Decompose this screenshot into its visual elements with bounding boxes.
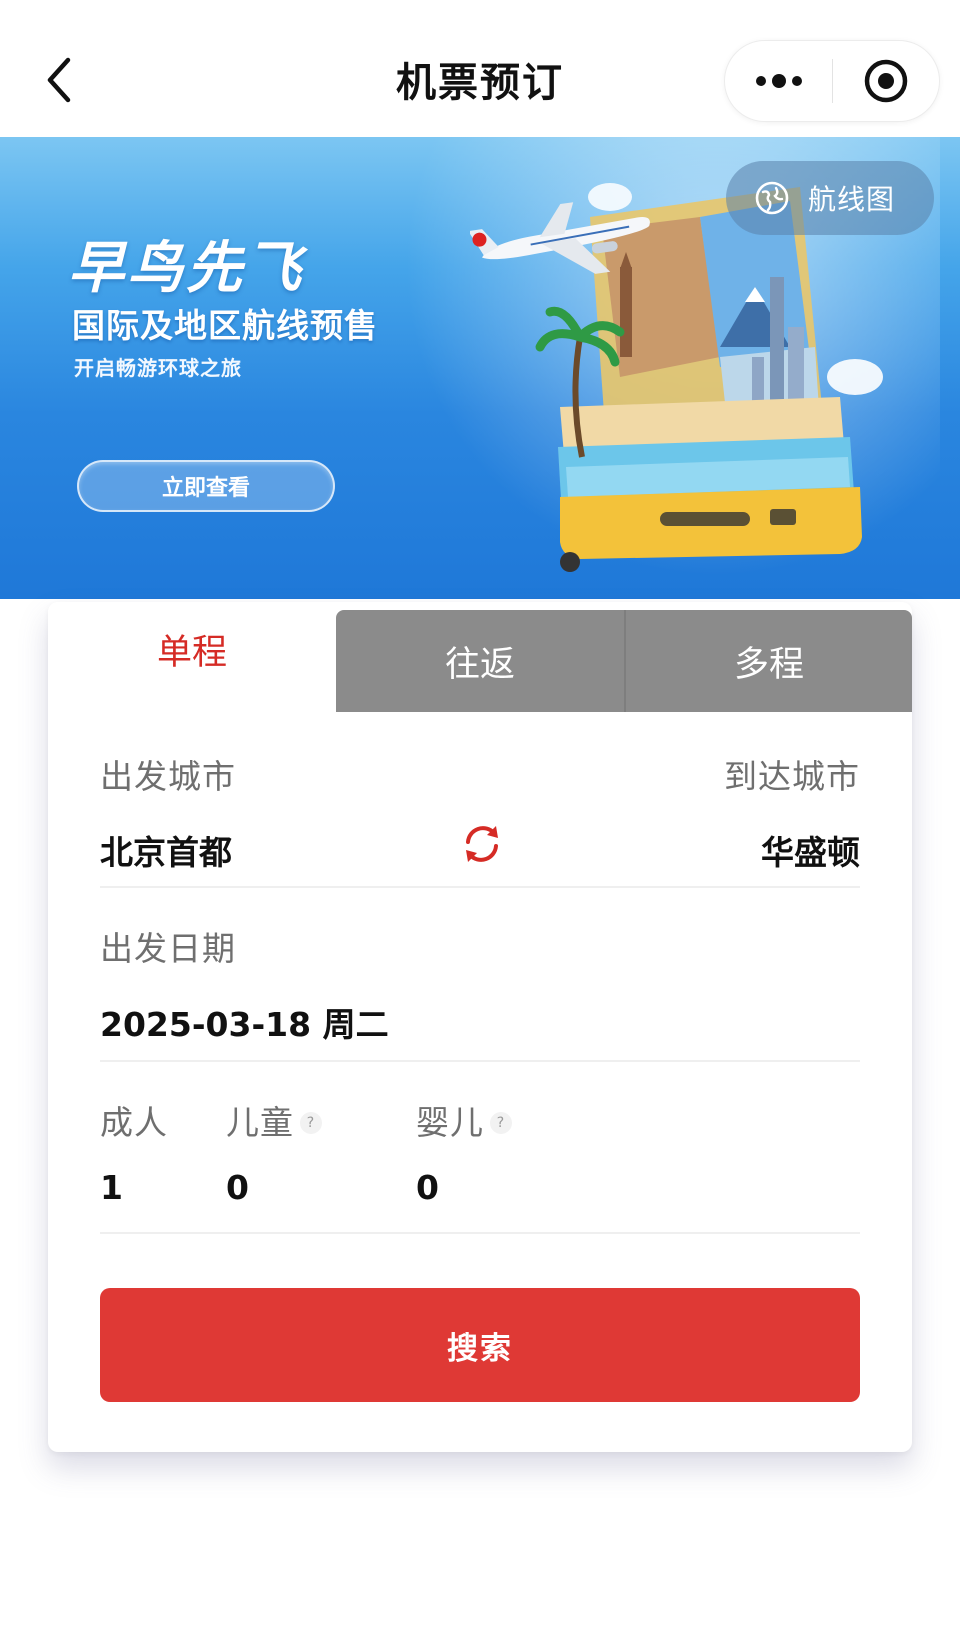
departure-city-value[interactable]: 北京首都 <box>100 826 232 874</box>
infant-label: 婴儿 <box>416 1103 484 1142</box>
close-button[interactable] <box>833 41 939 121</box>
swap-refresh-icon <box>466 826 498 862</box>
target-circle-icon <box>864 59 908 103</box>
banner-title: 早鸟先飞 <box>68 236 304 301</box>
child-count[interactable]: 0 <box>226 1168 249 1207</box>
infant-label-wrap: 婴儿? <box>416 1096 512 1144</box>
miniprogram-capsule <box>724 40 940 122</box>
arrival-city-value[interactable]: 华盛顿 <box>761 826 860 874</box>
infant-help-icon[interactable]: ? <box>490 1111 512 1134</box>
arrival-city-label: 到达城市 <box>724 757 860 796</box>
banner-description: 开启畅游环球之旅 <box>74 356 242 380</box>
divider-passengers <box>100 1232 860 1234</box>
more-dots-icon <box>755 74 802 88</box>
adult-label: 成人 <box>100 1103 168 1142</box>
swap-cities-button[interactable] <box>458 820 506 868</box>
child-label: 儿童 <box>226 1103 294 1142</box>
promo-banner[interactable]: 早鸟先飞 国际及地区航线预售 开启畅游环球之旅 立即查看 航线图 <box>0 137 960 599</box>
globe-route-icon <box>755 181 789 215</box>
tab-one-way[interactable]: 单程 <box>48 602 336 712</box>
departure-date-label: 出发日期 <box>100 929 236 968</box>
tab-multi-city[interactable]: 多程 <box>624 610 912 712</box>
departure-city-label: 出发城市 <box>100 757 236 796</box>
flight-booking-card: 单程 往返 多程 出发城市 到达城市 北京首都 华盛顿 出发日期 2025-03… <box>48 602 912 1452</box>
departure-date-value[interactable]: 2025-03-18 周二 <box>100 998 389 1046</box>
banner-subtitle: 国际及地区航线预售 <box>72 306 378 345</box>
search-button[interactable]: 搜索 <box>100 1288 860 1402</box>
divider-cities <box>100 886 860 888</box>
top-nav-bar: 机票预订 <box>0 0 960 137</box>
view-now-button[interactable]: 立即查看 <box>77 460 335 512</box>
child-label-wrap: 儿童? <box>226 1096 322 1144</box>
divider-date <box>100 1060 860 1062</box>
tab-round-trip[interactable]: 往返 <box>336 610 624 712</box>
route-map-label: 航线图 <box>808 183 896 216</box>
more-button[interactable] <box>725 41 832 121</box>
child-help-icon[interactable]: ? <box>300 1111 322 1134</box>
adult-count[interactable]: 1 <box>100 1168 123 1207</box>
route-map-button[interactable]: 航线图 <box>726 161 934 235</box>
infant-count[interactable]: 0 <box>416 1168 439 1207</box>
